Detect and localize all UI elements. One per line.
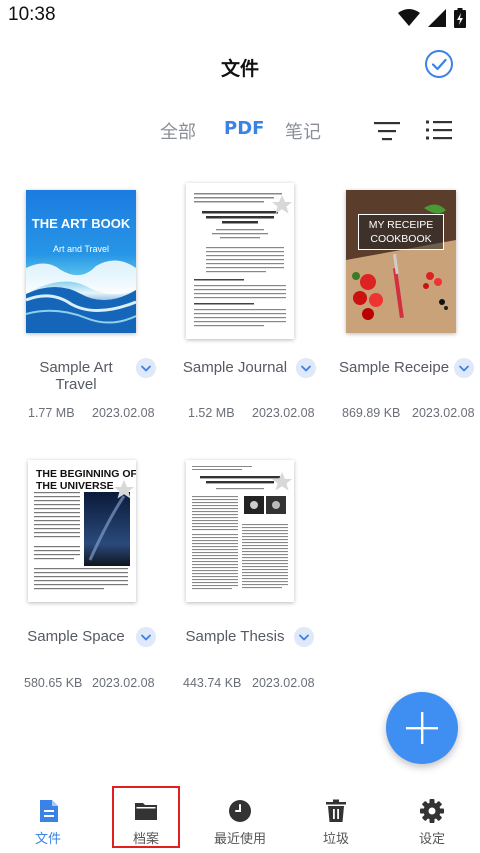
ocean-art-image xyxy=(26,260,136,333)
file-name: Sample Journal xyxy=(182,359,288,376)
status-icons xyxy=(398,8,466,28)
cover-title: COOKBOOK xyxy=(370,233,432,245)
nav-label: 设定 xyxy=(418,832,445,847)
nav-label: 垃圾 xyxy=(322,832,349,847)
chevron-down-icon[interactable] xyxy=(136,358,156,378)
wifi-icon xyxy=(398,9,420,26)
cover-title: MY RECEIPE xyxy=(368,219,434,231)
bottom-navigation: 文件 档案 最近使用 垃圾 设定 xyxy=(0,788,480,853)
file-date: 2023.02.08 xyxy=(92,676,155,690)
document-icon xyxy=(40,800,58,822)
app-header: 文件 xyxy=(0,34,480,98)
file-size: 580.65 KB xyxy=(24,676,83,690)
nav-label: 文件 xyxy=(34,832,61,847)
file-date: 2023.02.08 xyxy=(252,406,315,420)
clock-icon xyxy=(229,800,251,822)
page-title: 文件 xyxy=(220,58,259,80)
chevron-down-icon[interactable] xyxy=(136,627,156,647)
filter-sort-icon[interactable] xyxy=(373,120,401,142)
file-size: 869.89 KB xyxy=(342,406,401,420)
file-thumbnail[interactable] xyxy=(186,460,294,602)
file-date: 2023.02.08 xyxy=(412,406,475,420)
file-date: 2023.02.08 xyxy=(92,406,155,420)
gear-icon xyxy=(420,799,444,823)
file-thumbnail[interactable]: MY RECEIPE COOKBOOK xyxy=(346,190,456,333)
file-thumbnail[interactable]: THE BEGINNING OF THE UNIVERSE xyxy=(28,460,136,602)
file-size: 1.52 MB xyxy=(188,406,235,420)
file-name: Sample Art Travel xyxy=(26,359,126,393)
file-size: 1.77 MB xyxy=(28,406,75,420)
trash-icon xyxy=(326,799,346,822)
nav-item-recent[interactable]: 最近使用 xyxy=(195,788,285,850)
cover-subtitle: Art and Travel xyxy=(52,244,110,254)
file-date: 2023.02.08 xyxy=(252,676,315,690)
nav-item-settings[interactable]: 设定 xyxy=(387,788,477,850)
plus-icon xyxy=(406,712,438,744)
file-name: Sample Receipe xyxy=(338,359,450,376)
thesis-page-preview xyxy=(192,466,292,590)
cover-title: THE ART BOOK xyxy=(31,216,131,231)
file-name-line1: Sample Art xyxy=(39,359,113,376)
nav-item-trash[interactable]: 垃圾 xyxy=(291,788,381,850)
journal-page-preview xyxy=(194,193,292,327)
file-size: 443.74 KB xyxy=(183,676,242,690)
chevron-down-icon[interactable] xyxy=(454,358,474,378)
file-thumbnail[interactable] xyxy=(186,183,294,339)
tab-pdf[interactable]: PDF xyxy=(224,118,264,139)
recipe-food-image xyxy=(346,190,456,333)
highlight-box xyxy=(112,786,180,848)
select-check-icon[interactable] xyxy=(424,49,454,79)
file-name: Sample Space xyxy=(27,628,125,645)
status-time: 10:38 xyxy=(8,4,56,25)
file-thumbnail[interactable]: THE ART BOOK Art and Travel xyxy=(26,190,136,333)
tab-notes[interactable]: 笔记 xyxy=(285,118,321,144)
add-file-button[interactable] xyxy=(386,692,458,764)
nav-item-files[interactable]: 文件 xyxy=(3,788,93,850)
status-bar: 10:38 xyxy=(0,0,480,34)
file-type-tabs: 全部 PDF 笔记 xyxy=(0,112,480,148)
tab-all[interactable]: 全部 xyxy=(160,118,196,144)
list-view-icon[interactable] xyxy=(425,119,453,141)
battery-icon xyxy=(454,8,466,28)
signal-icon xyxy=(428,9,446,27)
file-name-line2: Travel xyxy=(55,376,97,393)
cover-title: THE UNIVERSE xyxy=(36,480,114,492)
file-name: Sample Thesis xyxy=(185,628,285,645)
chevron-down-icon[interactable] xyxy=(294,627,314,647)
cover-title-box: MY RECEIPE COOKBOOK xyxy=(358,214,444,250)
cover-title: THE BEGINNING OF xyxy=(36,468,136,480)
chevron-down-icon[interactable] xyxy=(296,358,316,378)
nav-label: 最近使用 xyxy=(213,832,266,847)
